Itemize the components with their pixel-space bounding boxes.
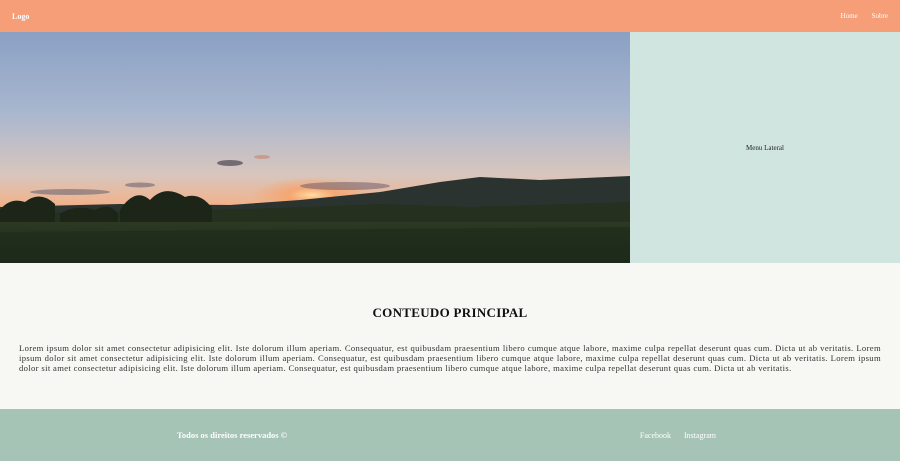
nav-sobre-link[interactable]: Sobre [872, 12, 888, 20]
sunset-landscape-illustration [0, 32, 630, 263]
hero-section: Menu Lateral [0, 32, 900, 263]
side-menu-label: Menu Lateral [746, 143, 784, 152]
site-header: Logo Home Sobre [0, 0, 900, 32]
page-title: CONTEUDO PRINCIPAL [372, 305, 528, 320]
main-content: CONTEUDO PRINCIPAL Lorem ipsum dolor sit… [0, 263, 900, 409]
main-paragraph: Lorem ipsum dolor sit amet consectetur a… [19, 343, 881, 374]
social-links: Facebook Instagram [640, 431, 716, 440]
nav-home-link[interactable]: Home [841, 12, 858, 20]
hero-landscape-image [0, 32, 630, 263]
copyright-text: Todos os direitos reservados © [177, 430, 288, 440]
facebook-link[interactable]: Facebook [640, 431, 671, 440]
site-footer: Todos os direitos reservados © Facebook … [0, 409, 900, 461]
logo[interactable]: Logo [12, 12, 29, 21]
main-nav: Home Sobre [841, 12, 888, 20]
instagram-link[interactable]: Instagram [684, 431, 716, 440]
side-menu: Menu Lateral [630, 32, 900, 263]
